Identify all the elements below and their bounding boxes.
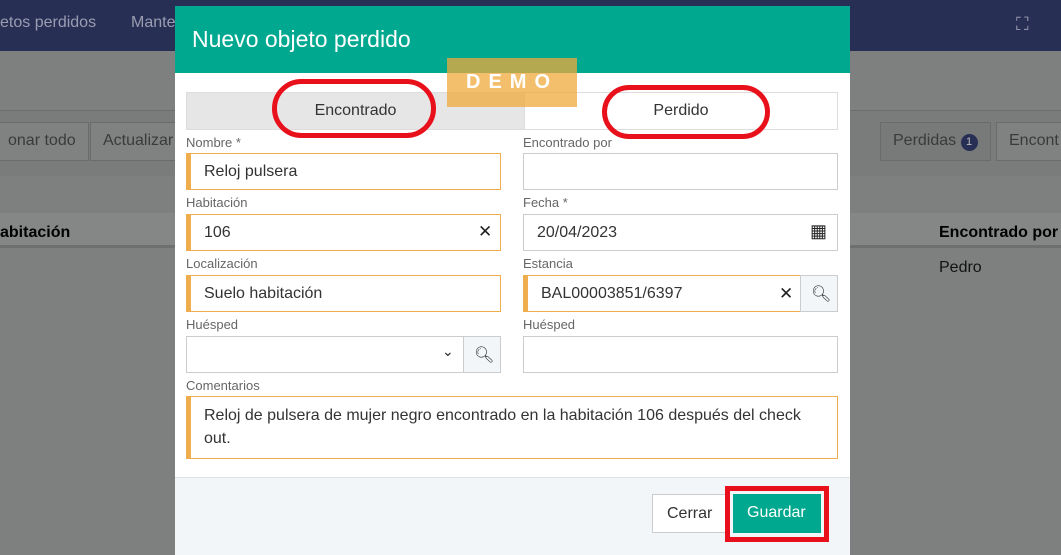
column-room: abitación: [0, 224, 71, 241]
select-all-button[interactable]: onar todo: [0, 122, 89, 161]
search-icon: 🔍︎: [811, 286, 832, 303]
chevron-down-icon[interactable]: ⌄: [442, 343, 454, 360]
location-label: Localización: [186, 256, 258, 271]
cell-found-by: Pedro: [939, 259, 982, 276]
count-badge: 1: [960, 134, 978, 151]
guest-select[interactable]: [186, 336, 464, 373]
room-input[interactable]: 106: [186, 214, 501, 251]
location-input[interactable]: Suelo habitación: [186, 275, 501, 312]
tab-lost[interactable]: Perdidas 1: [880, 122, 991, 161]
found-by-label: Encontrado por: [523, 135, 612, 150]
close-button[interactable]: Cerrar: [652, 494, 728, 533]
highlight-ring: [602, 85, 770, 139]
search-icon: 🔍︎: [474, 347, 495, 364]
guest-label: Huésped: [523, 317, 576, 332]
save-button[interactable]: Guardar: [733, 494, 821, 533]
new-lost-object-dialog: Nuevo objeto perdido Encontrado Perdido …: [175, 6, 850, 555]
clear-icon[interactable]: ✕: [779, 284, 793, 304]
name-input[interactable]: Reloj pulsera: [186, 153, 501, 190]
column-found-by: Encontrado por: [939, 224, 1059, 241]
name-label: Nombre *: [186, 135, 241, 150]
nav-item-maintenance[interactable]: Mante: [131, 14, 175, 32]
guest-select-label: Huésped: [186, 317, 239, 332]
clear-icon[interactable]: ✕: [478, 222, 492, 242]
stay-label: Estancia: [523, 256, 573, 271]
tab-lost-label: Perdidas: [893, 132, 957, 149]
comments-label: Comentarios: [186, 378, 260, 393]
comments-textarea[interactable]: Reloj de pulsera de mujer negro encontra…: [186, 396, 838, 459]
tab-found[interactable]: Encont: [996, 122, 1061, 161]
dialog-footer: Cerrar Guardar: [175, 477, 850, 555]
found-by-input[interactable]: [523, 153, 838, 190]
expand-icon[interactable]: ⛶: [1016, 14, 1029, 35]
search-guest-button[interactable]: 🔍︎: [463, 336, 501, 373]
room-label: Habitación: [186, 195, 248, 210]
stay-input[interactable]: BAL00003851/6397: [523, 275, 801, 312]
refresh-button[interactable]: Actualizar: [90, 122, 187, 161]
demo-watermark: DEMO: [447, 58, 577, 107]
calendar-icon[interactable]: ▦: [810, 221, 827, 242]
guest-input[interactable]: [523, 336, 838, 373]
date-label: Fecha *: [523, 195, 568, 210]
nav-item-lost-objects[interactable]: etos perdidos: [0, 14, 96, 32]
search-stay-button[interactable]: 🔍︎: [800, 275, 838, 312]
date-input[interactable]: 20/04/2023: [523, 214, 838, 251]
highlight-ring: [272, 79, 436, 138]
